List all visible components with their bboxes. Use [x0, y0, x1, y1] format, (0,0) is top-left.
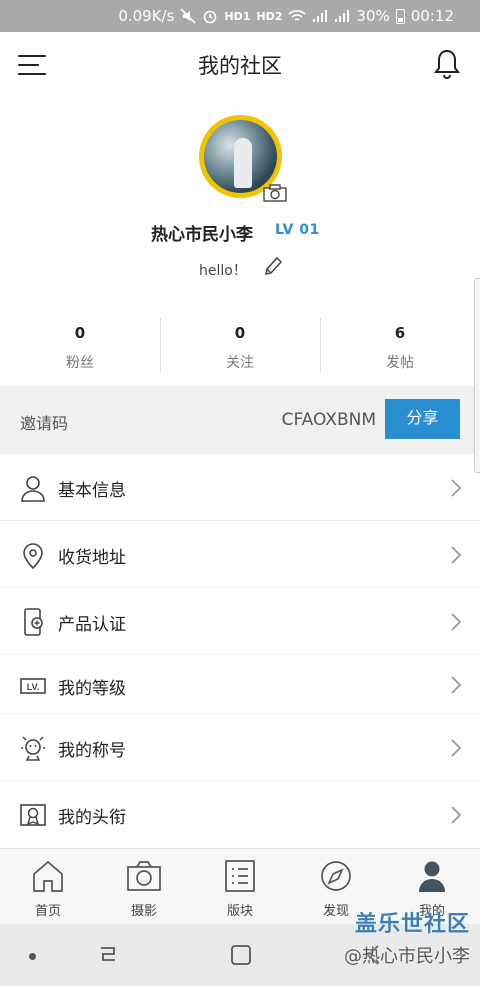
page-title: 我的社区	[198, 54, 282, 78]
bottom-tab-bar: 首页 摄影 版块 发现 我的	[0, 848, 480, 924]
invite-code-bar: 邀请码 CFAOXBNM 分享	[0, 386, 480, 454]
user-icon	[419, 861, 445, 892]
level-tag[interactable]: LV 01	[275, 222, 320, 238]
mute-icon	[180, 8, 196, 24]
back-icon[interactable]	[362, 944, 384, 966]
tab-discover[interactable]: 发现	[288, 849, 384, 924]
alarm-icon	[204, 10, 217, 24]
camera-icon	[127, 861, 161, 891]
menu-list: 基本信息 收货地址 产品认证 LV. 我的等级 我的称号 我的头衔	[0, 454, 480, 848]
top-bar: 我的社区	[0, 32, 480, 98]
menu-item-rank[interactable]: 我的头衔	[0, 781, 480, 848]
stat-value: 0	[74, 324, 86, 342]
menu-item-basic-info[interactable]: 基本信息	[0, 454, 480, 521]
menu-item-address[interactable]: 收货地址	[0, 521, 480, 588]
stat-value: 0	[234, 324, 246, 342]
hd2-indicator: HD2	[256, 9, 283, 23]
net-speed: 0.09K/s	[118, 7, 175, 25]
tab-label: 摄影	[130, 904, 157, 919]
nav-dot[interactable]	[29, 953, 36, 960]
menu-item-label: 产品认证	[58, 615, 126, 635]
menu-item-label: 我的等级	[58, 679, 126, 699]
stats-bar: 0 粉丝 0 关注 6 发帖	[0, 303, 480, 383]
status-bar: 0.09K/s HD1 HD2 30% 00:12	[0, 0, 480, 32]
menu-item-label: 我的头衔	[58, 808, 126, 828]
hd1-indicator: HD1	[224, 9, 251, 23]
board-list-icon	[225, 860, 255, 892]
home-icon	[33, 860, 63, 892]
bell-icon[interactable]	[432, 48, 462, 80]
stat-fans[interactable]: 0 粉丝	[0, 303, 160, 383]
chevron-right-icon	[451, 806, 462, 824]
tab-label: 首页	[34, 904, 61, 919]
rank-certificate-icon	[20, 804, 46, 826]
phone-certify-icon	[24, 608, 43, 636]
signal-icon	[313, 10, 328, 22]
pencil-icon[interactable]	[262, 255, 282, 277]
scroll-handle[interactable]	[474, 278, 480, 473]
stat-posts[interactable]: 6 发帖	[320, 303, 480, 383]
stat-label: 粉丝	[66, 355, 94, 371]
nickname: 热心市民小李	[151, 225, 253, 245]
recent-apps-icon[interactable]	[97, 944, 119, 966]
share-button[interactable]: 分享	[385, 399, 460, 439]
tab-label: 发现	[322, 904, 349, 919]
location-pin-icon	[23, 543, 43, 569]
level-badge-icon: LV.	[20, 678, 46, 694]
battery-icon	[395, 8, 405, 24]
menu-item-label: 基本信息	[58, 481, 126, 501]
chevron-right-icon	[451, 613, 462, 631]
chevron-right-icon	[451, 479, 462, 497]
menu-item-label: 收货地址	[58, 548, 126, 568]
tab-label: 版块	[226, 904, 253, 919]
menu-item-label: 我的称号	[58, 741, 126, 761]
tab-me[interactable]: 我的	[384, 849, 480, 924]
tab-photography[interactable]: 摄影	[96, 849, 192, 924]
chevron-right-icon	[451, 546, 462, 564]
camera-icon[interactable]	[263, 184, 287, 202]
person-icon	[21, 476, 45, 502]
stat-label: 关注	[226, 355, 254, 371]
signature: hello！	[199, 263, 247, 279]
stat-following[interactable]: 0 关注	[160, 303, 320, 383]
menu-item-product-cert[interactable]: 产品认证	[0, 588, 480, 655]
tab-home[interactable]: 首页	[0, 849, 96, 924]
stat-label: 发帖	[386, 355, 414, 371]
menu-item-title[interactable]: 我的称号	[0, 714, 480, 781]
signal-2-icon	[335, 10, 350, 22]
chevron-right-icon	[451, 676, 462, 694]
level-badge-text: LV.	[27, 682, 40, 692]
home-button-icon[interactable]	[230, 944, 252, 966]
compass-icon	[321, 861, 351, 891]
system-nav-bar	[0, 924, 480, 986]
profile-section: 热心市民小李 LV 01 hello！	[0, 98, 480, 303]
chevron-right-icon	[451, 739, 462, 757]
invite-label: 邀请码	[20, 414, 69, 433]
title-badge-icon	[21, 736, 45, 761]
battery-percent: 30%	[356, 7, 390, 25]
tab-label: 我的	[418, 904, 445, 919]
wifi-icon	[288, 10, 306, 21]
stat-value: 6	[394, 324, 406, 342]
clock: 00:12	[410, 7, 454, 25]
invite-code: CFAOXBNM	[281, 410, 376, 430]
tab-boards[interactable]: 版块	[192, 849, 288, 924]
menu-item-level[interactable]: LV. 我的等级	[0, 655, 480, 714]
